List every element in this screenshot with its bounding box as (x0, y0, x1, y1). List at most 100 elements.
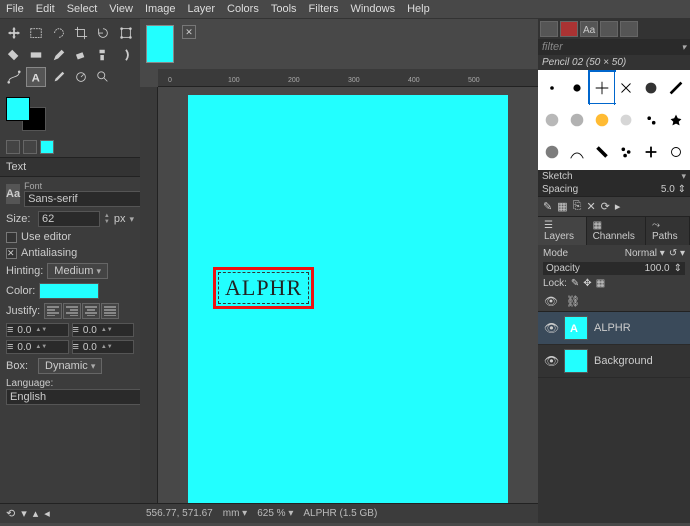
brush-item[interactable] (565, 137, 589, 168)
visibility-icon[interactable]: 👁 (544, 354, 558, 368)
text-tool[interactable]: A (26, 67, 46, 87)
box-select[interactable]: Dynamic (38, 358, 102, 374)
brush-item[interactable] (615, 137, 639, 168)
filter-dropdown-icon[interactable] (681, 41, 686, 53)
gradient-indicator[interactable] (40, 140, 54, 154)
unit-dropdown-icon[interactable] (129, 213, 134, 225)
menu-file[interactable]: File (6, 3, 24, 15)
menu-layer[interactable]: Layer (188, 3, 216, 15)
tab-layers[interactable]: ☰ Layers (538, 217, 587, 245)
status-zoom[interactable]: 625 % ▾ (257, 508, 293, 519)
transform-tool[interactable] (116, 23, 136, 43)
menu-filters[interactable]: Filters (309, 3, 339, 15)
text-color-swatch[interactable] (39, 283, 99, 299)
menu-view[interactable]: View (109, 3, 133, 15)
lock-position-icon[interactable]: ✥ (583, 278, 591, 289)
brush-indicator[interactable] (6, 140, 20, 154)
size-unit[interactable]: px (114, 213, 126, 225)
new-brush-icon[interactable]: ▦ (557, 200, 567, 213)
size-spinner[interactable]: ▲▼ (104, 213, 110, 225)
brush-item[interactable] (639, 104, 663, 135)
menu-image[interactable]: Image (145, 3, 176, 15)
justify-right[interactable] (63, 303, 81, 319)
mode-extra-icon[interactable]: ↺ ▾ (669, 248, 685, 259)
use-editor-checkbox[interactable] (6, 232, 17, 243)
status-unit[interactable]: mm ▾ (223, 508, 247, 519)
brush-item[interactable] (615, 104, 639, 135)
refresh-brush-icon[interactable]: ⟳ (601, 200, 610, 213)
crop-tool[interactable] (71, 23, 91, 43)
measure-tool[interactable] (71, 67, 91, 87)
brush-item[interactable] (639, 137, 663, 168)
smudge-tool[interactable] (116, 45, 136, 65)
hinting-select[interactable]: Medium (47, 263, 108, 279)
justify-fill[interactable] (101, 303, 119, 319)
tab-paths[interactable]: ⤳ Paths (646, 217, 690, 245)
foreground-color[interactable] (6, 97, 30, 121)
bucket-tool[interactable] (4, 45, 24, 65)
eraser-tool[interactable] (71, 45, 91, 65)
lock-pixels-icon[interactable]: ✎ (571, 278, 579, 289)
dock-tab-1[interactable] (540, 21, 558, 37)
brush-item[interactable] (664, 137, 688, 168)
lock-alpha-icon[interactable]: ▦ (596, 278, 605, 289)
brush-item[interactable] (540, 104, 564, 135)
tab-channels[interactable]: ▦ Channels (587, 217, 646, 245)
pencil-tool[interactable] (49, 45, 69, 65)
edit-brush-icon[interactable]: ✎ (543, 200, 552, 213)
text-layer-selection[interactable]: ALPHR (213, 267, 314, 309)
brush-set-select[interactable]: Sketch (542, 171, 573, 182)
del-brush-icon[interactable]: ✕ (586, 200, 595, 213)
ruler-vertical[interactable] (140, 87, 158, 503)
reset-icon[interactable]: ⟲ (6, 507, 15, 520)
brush-item[interactable] (590, 104, 614, 135)
indent-spinner-2[interactable]: ≡ 0.0▲▼ (72, 323, 135, 337)
document-thumbnail[interactable] (146, 25, 174, 63)
size-input[interactable] (38, 211, 100, 227)
layer-row[interactable]: 👁 Background (538, 345, 690, 378)
free-select-tool[interactable] (49, 23, 69, 43)
dock-tab-2[interactable] (560, 21, 578, 37)
layer-name[interactable]: ALPHR (594, 322, 631, 334)
canvas-text[interactable]: ALPHR (218, 272, 309, 304)
dock-tab-3[interactable]: Aa (580, 21, 598, 37)
clone-tool[interactable] (93, 45, 113, 65)
arrow-left-icon[interactable]: ◂ (44, 507, 50, 520)
rect-select-tool[interactable] (26, 23, 46, 43)
canvas[interactable]: ALPHR (158, 87, 538, 503)
zoom-tool[interactable] (93, 67, 113, 87)
brush-item[interactable] (565, 104, 589, 135)
mode-select[interactable]: Normal ▾ (625, 248, 665, 259)
picker-tool[interactable] (49, 67, 69, 87)
brush-item[interactable] (590, 72, 614, 103)
filter-label[interactable]: filter (542, 41, 563, 53)
language-input[interactable] (6, 389, 156, 405)
color-selector[interactable] (0, 91, 140, 137)
menu-help[interactable]: Help (407, 3, 430, 15)
brush-item[interactable] (540, 72, 564, 103)
ruler-horizontal[interactable]: 0100200300400500 (158, 69, 538, 87)
menu-select[interactable]: Select (67, 3, 98, 15)
brush-item[interactable] (664, 104, 688, 135)
brush-item[interactable] (639, 72, 663, 103)
brush-item[interactable] (615, 72, 639, 103)
indent-spinner-4[interactable]: ≡ 0.0▲▼ (72, 340, 135, 354)
indent-spinner-1[interactable]: ≡ 0.0▲▼ (6, 323, 69, 337)
opacity-value[interactable]: 100.0 (645, 263, 670, 274)
spacing-value[interactable]: 5.0 (661, 184, 675, 195)
brush-set-dropdown-icon[interactable] (681, 171, 686, 182)
visibility-icon[interactable]: 👁 (544, 321, 558, 335)
open-brush-icon[interactable]: ▸ (615, 200, 621, 213)
menu-windows[interactable]: Windows (350, 3, 395, 15)
pattern-indicator[interactable] (23, 140, 37, 154)
gradient-tool[interactable] (26, 45, 46, 65)
brush-item[interactable] (590, 137, 614, 168)
path-tool[interactable] (4, 67, 24, 87)
menu-colors[interactable]: Colors (227, 3, 259, 15)
antialiasing-checkbox[interactable] (6, 248, 17, 259)
close-document-icon[interactable]: ✕ (182, 25, 196, 39)
layer-row[interactable]: 👁 A ALPHR (538, 312, 690, 345)
delete-preset-icon[interactable]: ▴ (33, 507, 39, 520)
indent-spinner-3[interactable]: ≡ 0.0▲▼ (6, 340, 69, 354)
justify-center[interactable] (82, 303, 100, 319)
